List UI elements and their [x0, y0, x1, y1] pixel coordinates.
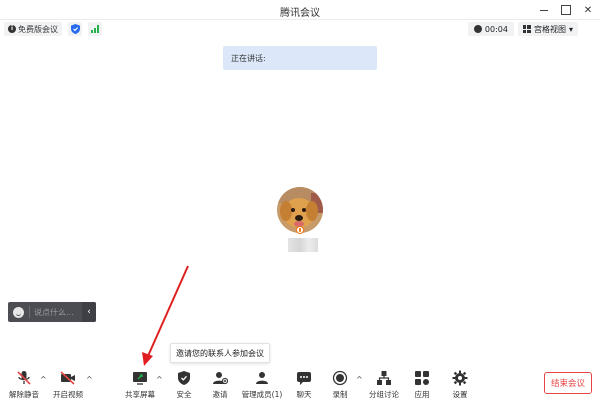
security-status-button[interactable]: [68, 22, 82, 36]
breakout-rooms-button[interactable]: 分组讨论: [364, 370, 404, 400]
record-label: 录制: [332, 390, 348, 399]
chat-quick-input[interactable]: 说点什么... ‹: [8, 302, 96, 322]
gear-icon: [452, 370, 468, 386]
settings-label: 设置: [452, 390, 468, 399]
chevron-down-icon: ▾: [568, 24, 573, 34]
share-screen-icon: [132, 370, 148, 386]
shield-icon: [70, 24, 80, 34]
info-bar: i 免费版会议 00:04 宫格视图 ▾: [0, 20, 600, 38]
shield-icon: [176, 370, 192, 386]
invite-tooltip: 邀请您的联系人参加会议: [170, 343, 270, 363]
view-mode-label: 宫格视图: [533, 24, 566, 34]
unmute-label: 解除静音: [9, 390, 39, 399]
settings-button[interactable]: 设置: [440, 370, 480, 400]
clock-icon: [473, 25, 482, 33]
end-meeting-button[interactable]: 结束会议: [544, 372, 592, 394]
tooltip-text: 邀请您的联系人参加会议: [176, 348, 264, 358]
title-bar: 腾讯会议 ✕: [0, 0, 600, 20]
network-status-button[interactable]: [88, 22, 102, 36]
video-options-caret[interactable]: ^: [86, 375, 93, 384]
collapse-chat-button[interactable]: ‹: [82, 302, 96, 322]
mic-muted-icon: [16, 370, 32, 386]
start-video-button[interactable]: 开启视频: [48, 370, 88, 400]
security-button[interactable]: 安全: [164, 370, 204, 400]
apps-button[interactable]: 应用: [402, 370, 442, 400]
record-button[interactable]: 录制: [320, 370, 360, 400]
participant-name-blurred: [288, 238, 318, 252]
record-options-caret[interactable]: ^: [356, 375, 363, 384]
meeting-type-label: 免费版会议: [18, 24, 58, 34]
meeting-toolbar: 解除静音 ^ 开启视频 ^ 共享屏幕 ^ 安全 邀请 管理成员(1) 聊天 录制…: [0, 365, 600, 400]
chat-placeholder[interactable]: 说点什么...: [34, 307, 82, 318]
invite-button[interactable]: 邀请: [200, 370, 240, 400]
unmute-button[interactable]: 解除静音: [4, 370, 44, 400]
share-screen-button[interactable]: 共享屏幕: [120, 370, 160, 400]
security-label: 安全: [176, 390, 192, 399]
members-icon: [254, 370, 270, 386]
manage-members-label: 管理成员(1): [241, 390, 283, 399]
share-options-caret[interactable]: ^: [156, 375, 163, 384]
window-title: 腾讯会议: [280, 8, 320, 19]
end-meeting-label: 结束会议: [550, 379, 585, 389]
view-mode-select[interactable]: 宫格视图 ▾: [517, 22, 578, 36]
chat-label: 聊天: [296, 390, 312, 399]
video-off-icon: [60, 370, 76, 386]
grid-view-icon: [522, 25, 531, 33]
breakout-icon: [376, 370, 392, 386]
invite-label: 邀请: [212, 390, 228, 399]
share-screen-label: 共享屏幕: [125, 390, 155, 399]
speaking-label: 正在讲话:: [231, 53, 266, 63]
mic-active-icon: [296, 226, 304, 234]
timer-value: 00:04: [484, 24, 508, 34]
invite-icon: [212, 370, 228, 386]
meeting-info-button[interactable]: i 免费版会议: [4, 22, 62, 36]
breakout-rooms-label: 分组讨论: [369, 390, 399, 399]
close-button[interactable]: ✕: [578, 2, 598, 18]
info-icon: i: [8, 25, 16, 33]
minimize-button[interactable]: [534, 2, 554, 18]
manage-members-button[interactable]: 管理成员(1): [242, 370, 282, 400]
record-icon: [332, 370, 348, 386]
signal-icon: [91, 25, 99, 33]
chat-button[interactable]: 聊天: [284, 370, 324, 400]
start-video-label: 开启视频: [53, 390, 83, 399]
apps-label: 应用: [414, 390, 430, 399]
speaking-indicator: 正在讲话:: [223, 46, 377, 70]
apps-icon: [414, 370, 430, 386]
chat-icon: [296, 370, 312, 386]
maximize-button[interactable]: [556, 2, 576, 18]
audio-options-caret[interactable]: ^: [40, 375, 47, 384]
meeting-timer: 00:04: [467, 22, 514, 36]
emoji-icon[interactable]: [13, 306, 24, 318]
